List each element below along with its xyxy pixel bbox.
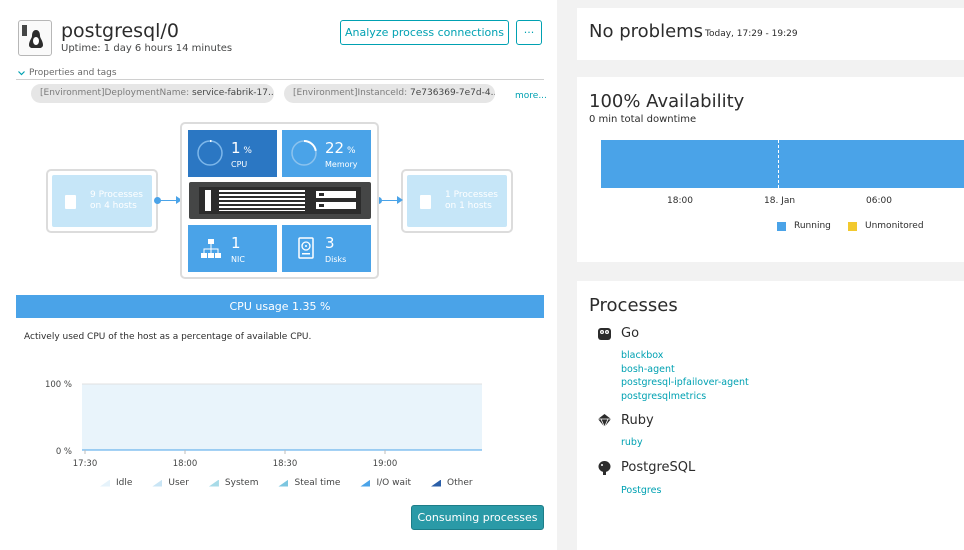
legend-item[interactable]: User	[152, 478, 189, 488]
y-tick-label: 0 %	[56, 447, 72, 457]
legend-swatch	[360, 479, 371, 487]
availability-card: 100% Availability 0 min total downtime 1…	[577, 77, 964, 262]
network-icon	[201, 239, 221, 258]
chevron-down-icon[interactable]	[18, 70, 25, 77]
running-swatch	[777, 221, 786, 231]
legend-label: System	[224, 478, 259, 488]
x-tick-label: 19:00	[373, 459, 398, 469]
cpu-gauge-icon	[197, 140, 223, 166]
disks-tile[interactable]: 3 Disks	[282, 225, 371, 272]
legend-swatch	[100, 479, 110, 487]
legend-label: I/O wait	[376, 478, 412, 488]
chart-legend: Idle User System Steal time I/O wait Other	[100, 478, 493, 488]
availability-subtitle: 0 min total downtime	[589, 114, 697, 125]
linux-icon	[18, 20, 52, 56]
legend-running: Running	[777, 221, 831, 231]
process-link-ruby[interactable]: ruby	[621, 437, 643, 448]
go-gopher-icon	[598, 328, 611, 340]
processes-card: Processes Go blackbox bosh-agent postgre…	[577, 281, 964, 550]
unmonitored-swatch	[848, 221, 857, 231]
host-card: postgresql/0 Uptime: 1 day 6 hours 14 mi…	[0, 0, 557, 550]
process-link-bosh-agent[interactable]: bosh-agent	[621, 364, 675, 375]
legend-item[interactable]: Idle	[100, 478, 132, 488]
tag-instance-id[interactable]: [Environment]InstanceId: 7e736369-7e7d-4…	[284, 84, 495, 103]
time-tick: 18:00	[667, 196, 693, 206]
uptime-text: Uptime: 1 day 6 hours 14 minutes	[61, 43, 233, 54]
process-link-postgres[interactable]: Postgres	[621, 485, 661, 496]
problems-card: No problems Today, 17:29 - 19:29	[577, 8, 964, 60]
process-icon	[420, 195, 431, 209]
connection-line	[379, 200, 399, 201]
server-icon	[189, 182, 371, 219]
arrow-right-icon	[397, 196, 403, 204]
memory-tile[interactable]: 22 % Memory	[282, 130, 371, 177]
memory-gauge-icon	[291, 140, 317, 166]
availability-title: 100% Availability	[589, 91, 745, 112]
page-title: postgresql/0	[61, 20, 179, 42]
cpu-tile[interactable]: 1 % CPU	[188, 130, 277, 177]
legend-label: Steal time	[294, 478, 341, 488]
processes-title: Processes	[589, 295, 678, 316]
process-icon	[65, 195, 76, 209]
tag-deployment-name[interactable]: [Environment]DeploymentName: service-fab…	[31, 84, 274, 103]
x-tick-label: 18:30	[273, 459, 298, 469]
time-tick: 18. Jan	[764, 196, 796, 206]
tech-group-go: Go	[597, 326, 639, 341]
postgresql-elephant-icon	[598, 461, 611, 475]
legend-label: Other	[447, 478, 473, 488]
incoming-processes-box[interactable]: 9 Processes on 4 hosts	[46, 169, 158, 233]
x-tick-label: 18:00	[173, 459, 198, 469]
availability-bar[interactable]	[601, 140, 964, 188]
legend-swatch	[278, 479, 289, 487]
process-link-blackbox[interactable]: blackbox	[621, 350, 663, 361]
process-link-ipfailover[interactable]: postgresql-ipfailover-agent	[621, 377, 749, 388]
connection-dot	[154, 197, 161, 204]
legend-label: User	[168, 478, 189, 488]
legend-swatch	[208, 479, 219, 487]
more-tags-link[interactable]: more...	[515, 91, 547, 101]
properties-toggle[interactable]: Properties and tags	[29, 68, 121, 78]
legend-swatch	[431, 479, 442, 487]
disk-icon	[298, 237, 314, 259]
legend-item[interactable]: Steal time	[278, 478, 340, 488]
legend-item[interactable]: I/O wait	[360, 478, 411, 488]
day-marker	[778, 140, 779, 188]
problems-title: No problems	[589, 21, 704, 42]
problems-timeframe: Today, 17:29 - 19:29	[705, 29, 798, 39]
legend-label: Idle	[116, 478, 133, 488]
process-link-postgresqlmetrics[interactable]: postgresqlmetrics	[621, 391, 706, 402]
connection-line	[158, 200, 178, 201]
legend-swatch	[152, 479, 163, 487]
legend-item[interactable]: System	[208, 478, 259, 488]
cpu-description: Actively used CPU of the host as a perce…	[24, 332, 312, 342]
consuming-processes-button[interactable]: Consuming processes	[411, 505, 544, 530]
ruby-icon	[598, 414, 611, 428]
legend-unmonitored: Unmonitored	[848, 221, 924, 231]
time-tick: 06:00	[866, 196, 892, 206]
x-tick-label: 17:30	[73, 459, 98, 469]
cpu-usage-bar[interactable]: CPU usage 1.35 %	[16, 295, 544, 318]
nic-tile[interactable]: 1 NIC	[188, 225, 277, 272]
more-actions-button[interactable]: ···	[516, 20, 542, 45]
analyze-connections-button[interactable]: Analyze process connections	[340, 20, 509, 45]
y-tick-label: 100 %	[45, 380, 72, 390]
tech-group-ruby: Ruby	[597, 413, 654, 428]
cpu-chart[interactable]: 100 % 0 % 17:30 18:00 18:30 19:00	[40, 374, 490, 474]
outgoing-processes-box[interactable]: 1 Processes on 1 hosts	[401, 169, 513, 233]
chart-area-idle	[82, 384, 482, 450]
legend-item[interactable]: Other	[431, 478, 473, 488]
tech-group-postgresql: PostgreSQL	[597, 460, 695, 475]
